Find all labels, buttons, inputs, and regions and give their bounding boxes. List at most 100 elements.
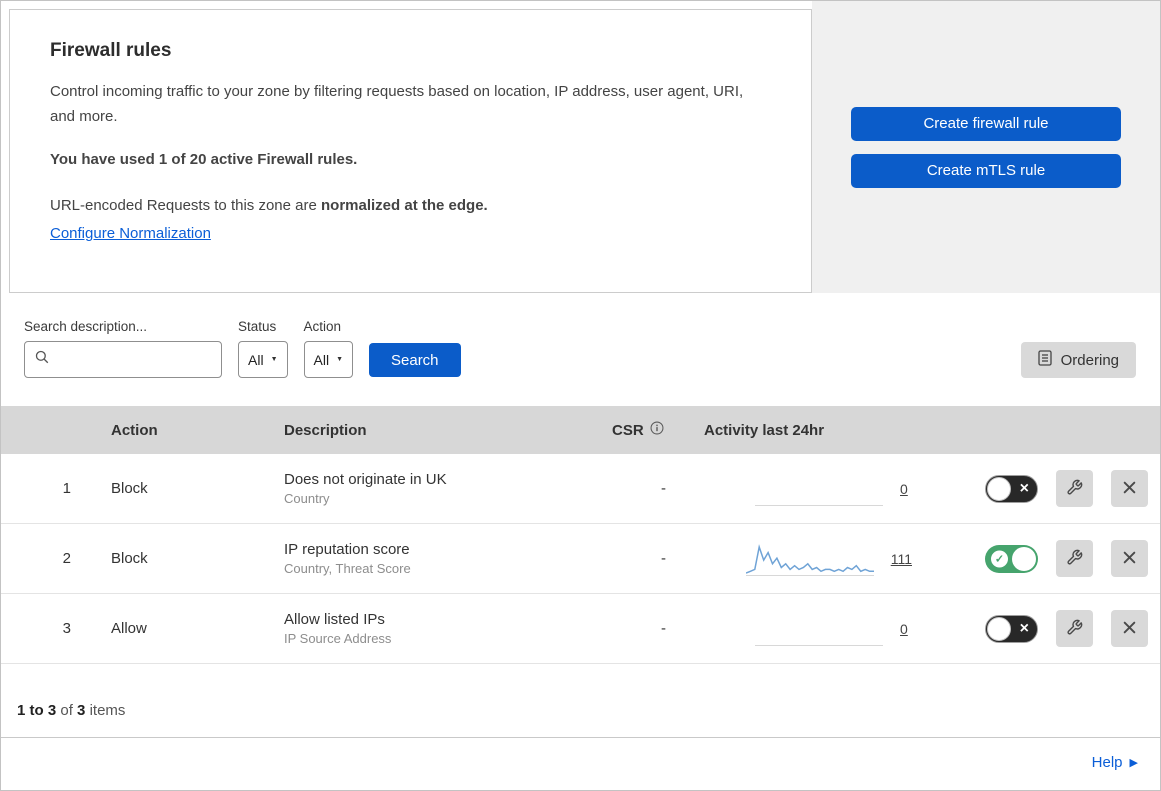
rule-enabled-toggle[interactable]: × ✓ (985, 544, 1038, 573)
usage-summary: You have used 1 of 20 active Firewall ru… (50, 150, 358, 168)
rule-action: Allow (111, 620, 147, 637)
rule-controls: × ✓ (916, 470, 1160, 507)
page-title: Firewall rules (50, 40, 172, 61)
toggle-off-icon: × (1019, 479, 1029, 497)
search-button[interactable]: Search (369, 343, 461, 377)
ordering-button[interactable]: Ordering (1020, 342, 1136, 378)
action-label: Action (303, 319, 342, 334)
chevron-down-icon: ▼ (270, 356, 278, 363)
csr-header-label: CSR (612, 421, 644, 439)
help-bar: Help ▶ (1, 737, 1160, 786)
search-label: Search description... (24, 319, 148, 334)
wrench-icon (1066, 619, 1083, 639)
rule-enabled-toggle[interactable]: × ✓ (985, 614, 1038, 643)
create-mtls-rule-button[interactable]: Create mTLS rule (851, 153, 1121, 188)
configure-normalization-link[interactable]: Configure Normalization (50, 225, 211, 242)
toggle-knob (1012, 546, 1036, 571)
activity-sparkline (755, 472, 883, 506)
delete-rule-button[interactable] (1111, 610, 1148, 647)
rule-description-cell: Does not originate in UK Country (264, 471, 592, 506)
overview-section: Firewall rules Control incoming traffic … (1, 1, 1160, 293)
activity-count-link[interactable]: 111 (891, 551, 912, 567)
search-icon (35, 350, 49, 369)
items-total: 3 (77, 702, 86, 719)
activity-sparkline (745, 542, 874, 576)
activity-count-link[interactable]: 0 (900, 481, 912, 497)
toggle-knob (987, 476, 1011, 501)
close-icon (1122, 620, 1137, 638)
search-box (24, 341, 222, 378)
rule-description: Does not originate in UK (284, 471, 447, 488)
table-row: 1 Block Does not originate in UK Country… (1, 454, 1160, 524)
action-selected-value: All (313, 351, 330, 368)
normalization-text: URL-encoded Requests to this zone are (50, 197, 317, 215)
table-row: 3 Allow Allow listed IPs IP Source Addre… (1, 594, 1160, 664)
column-header-description: Description (284, 421, 367, 439)
rule-action: Block (111, 550, 148, 567)
activity-sparkline (755, 612, 883, 646)
search-field-group: Search description... (24, 319, 222, 378)
rule-description-fields: Country, Threat Score (284, 561, 411, 576)
rule-priority: 2 (62, 550, 71, 567)
ordering-label: Ordering (1060, 351, 1119, 369)
rule-csr-value: - (661, 480, 666, 497)
column-header-activity: Activity last 24hr (704, 421, 825, 439)
arrow-right-icon: ▶ (1129, 756, 1138, 769)
activity-count-link[interactable]: 0 (900, 621, 912, 637)
wrench-icon (1066, 479, 1083, 499)
rule-description: IP reputation score (284, 541, 410, 558)
rule-csr-value: - (661, 620, 666, 637)
action-filter-group: Action All ▼ (303, 319, 353, 378)
action-filter-select[interactable]: All ▼ (303, 341, 353, 378)
status-filter-group: Status All ▼ (238, 319, 288, 378)
rule-description-fields: IP Source Address (284, 631, 392, 646)
items-range: 1 to 3 (17, 702, 57, 719)
table-row: 2 Block IP reputation score Country, Thr… (1, 524, 1160, 594)
toggle-on-icon: ✓ (991, 550, 1008, 567)
help-link[interactable]: Help ▶ (1092, 754, 1138, 771)
close-icon (1122, 480, 1137, 498)
chevron-down-icon: ▼ (336, 356, 343, 363)
column-header-csr: CSR (592, 421, 680, 439)
create-firewall-rule-button[interactable]: Create firewall rule (851, 106, 1121, 141)
status-selected-value: All (248, 351, 264, 368)
edit-rule-button[interactable] (1056, 610, 1093, 647)
rule-enabled-toggle[interactable]: × ✓ (985, 474, 1038, 503)
edit-rule-button[interactable] (1056, 540, 1093, 577)
table-header: Action Description CSR Activity last 24h… (1, 406, 1160, 454)
delete-rule-button[interactable] (1111, 470, 1148, 507)
toggle-knob (987, 616, 1011, 641)
rule-priority: 3 (62, 620, 71, 637)
pagination-summary: 1 to 3 of 3 items (1, 664, 1160, 737)
rule-description: Allow listed IPs (284, 611, 385, 628)
rule-csr-value: - (661, 550, 666, 567)
info-icon[interactable] (650, 421, 664, 439)
close-icon (1122, 550, 1137, 568)
toggle-off-icon: × (1019, 619, 1029, 637)
page-description: Control incoming traffic to your zone by… (50, 83, 744, 125)
wrench-icon (1066, 549, 1083, 569)
items-word: items (89, 702, 126, 719)
rule-controls: × ✓ (916, 610, 1160, 647)
rule-activity-cell: 0 (680, 472, 916, 506)
edit-rule-button[interactable] (1056, 470, 1093, 507)
status-filter-select[interactable]: All ▼ (238, 341, 288, 378)
search-input[interactable] (57, 350, 221, 369)
help-label: Help (1091, 753, 1123, 771)
normalization-bold: normalized at the edge. (321, 197, 488, 215)
overview-card: Firewall rules Control incoming traffic … (9, 9, 812, 293)
status-label: Status (238, 319, 277, 334)
items-of: of (60, 702, 73, 719)
rule-description-fields: Country (284, 491, 330, 506)
rule-activity-cell: 0 (680, 612, 916, 646)
rule-controls: × ✓ (916, 540, 1160, 577)
firewall-rules-page: Firewall rules Control incoming traffic … (0, 0, 1161, 791)
rule-description-cell: Allow listed IPs IP Source Address (264, 611, 592, 646)
rule-activity-cell: 111 (680, 542, 916, 576)
rule-priority: 1 (62, 480, 71, 497)
filter-bar: Search description... Status All ▼ Actio… (1, 293, 1160, 406)
rule-action: Block (111, 480, 148, 497)
rule-description-cell: IP reputation score Country, Threat Scor… (264, 541, 592, 576)
delete-rule-button[interactable] (1111, 540, 1148, 577)
column-header-action: Action (111, 421, 158, 439)
